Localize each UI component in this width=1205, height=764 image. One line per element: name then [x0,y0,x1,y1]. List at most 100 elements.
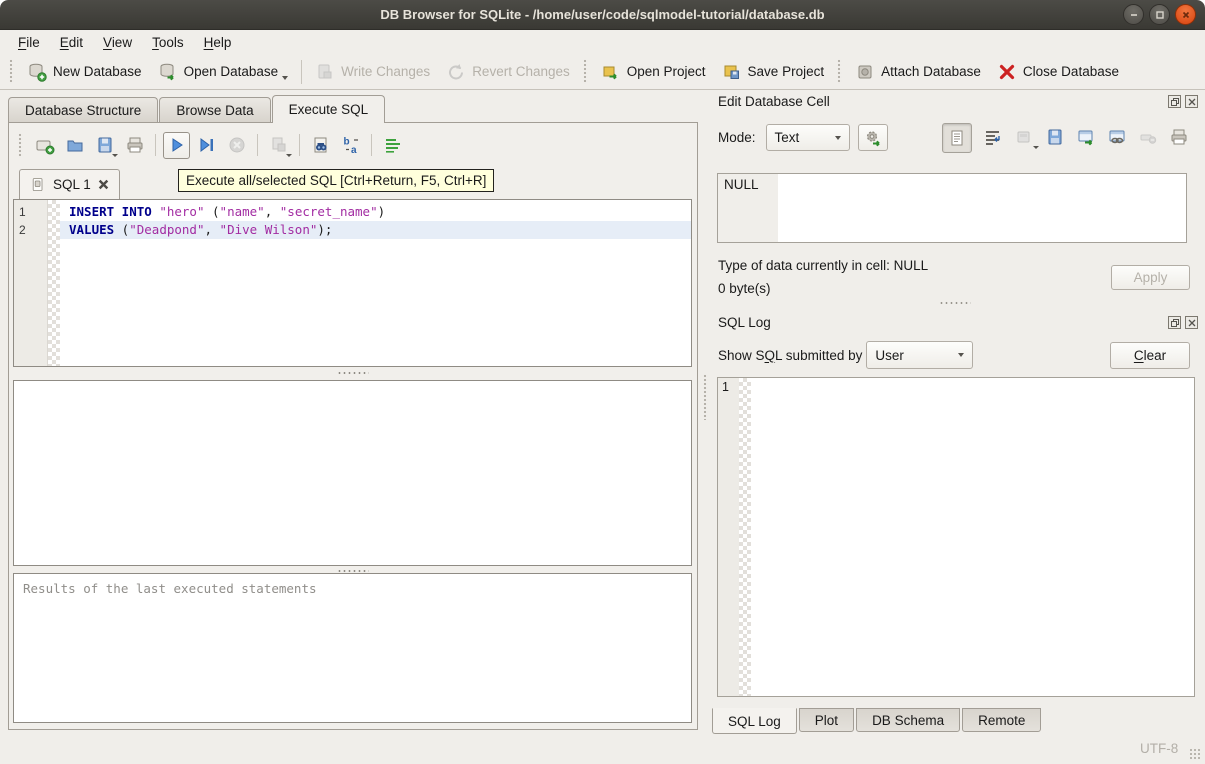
dock-tab-sql-log[interactable]: SQL Log [712,708,797,734]
revert-changes-button: Revert Changes [438,58,578,86]
execute-all-icon [167,135,187,155]
fold-margin [739,378,751,696]
float-dock-button[interactable] [1168,95,1181,108]
main-toolbar: New DatabaseOpen DatabaseWrite ChangesRe… [0,54,1205,90]
svg-text:a: a [351,145,357,155]
replace-in-sql-button[interactable]: ba [337,132,364,159]
tab-browse-data[interactable]: Browse Data [159,97,270,122]
set-null-icon [1138,127,1158,147]
toolbar-drag-handle[interactable] [9,59,14,84]
close-icon [1188,319,1196,327]
new-sql-tab-button[interactable] [31,132,58,159]
line-number-gutter: 12 [14,200,48,366]
save-as-button[interactable] [1045,127,1065,150]
toolbar-drag-handle[interactable] [837,59,842,84]
toolbar-separator [301,60,302,84]
sql-token-str: "hero" [159,204,204,219]
sql-token-pl: ); [317,222,332,237]
execute-all-button[interactable] [163,132,190,159]
sql-editor[interactable]: 12 INSERT INTO "hero" ("name", "secret_n… [13,199,692,367]
find-in-sql-button[interactable] [307,132,334,159]
splitter-handle[interactable] [13,369,692,376]
mode-label: Mode: [718,130,756,145]
menu-tools[interactable]: Tools [142,33,194,52]
results-message-panel: Results of the last executed statements [13,573,692,723]
filter-select[interactable]: User [866,341,973,369]
main-tab-bar: Database StructureBrowse DataExecute SQL [8,95,386,122]
text-mode-button[interactable] [942,123,972,153]
open-database-button[interactable]: Open Database [150,58,297,86]
sql-token-pl: , [265,204,280,219]
tab-execute-sql[interactable]: Execute SQL [272,95,386,123]
chevron-down-icon[interactable] [282,76,288,80]
dock-tab-remote[interactable]: Remote [962,708,1041,732]
chevron-down-icon[interactable] [112,154,118,157]
toolbar-drag-handle[interactable] [583,59,588,84]
sql-log-filter-row: Show SQL submitted by User Clear [718,341,1190,369]
attach-database-button[interactable]: Attach Database [847,58,989,86]
window-controls [1123,4,1196,25]
cell-size-info: 0 byte(s) [718,281,771,296]
print-cell-button[interactable] [1169,127,1189,150]
float-dock-button[interactable] [1168,316,1181,329]
sql-log-box[interactable]: 1 [717,377,1195,697]
chevron-down-icon[interactable] [286,154,292,157]
apply-button[interactable]: Apply [1111,265,1190,290]
titlebar[interactable]: DB Browser for SQLite - /home/user/code/… [0,0,1205,30]
mode-settings-button[interactable] [858,124,888,151]
maximize-button[interactable] [1149,4,1170,25]
menu-help[interactable]: Help [194,33,242,52]
menu-view[interactable]: View [93,33,142,52]
open-project-icon [601,62,621,82]
chevron-down-icon[interactable] [1033,146,1039,149]
open-database-label: Open Database [184,64,279,79]
close-database-icon [997,62,1017,82]
print-sql-button[interactable] [121,132,148,159]
close-database-button[interactable]: Close Database [989,58,1127,86]
dock-splitter-handle[interactable] [712,300,1198,306]
code-line[interactable]: INSERT INTO "hero" ("name", "secret_name… [60,203,691,221]
tab-database-structure[interactable]: Database Structure [8,97,158,122]
menu-edit[interactable]: Edit [50,33,93,52]
resize-grip[interactable] [1189,748,1202,761]
log-line-number: 1 [718,378,739,696]
format-sql-button[interactable] [379,132,406,159]
save-sql-file-icon [95,135,115,155]
open-in-editor-icon [1014,127,1034,147]
window-title: DB Browser for SQLite - /home/user/code/… [380,7,824,22]
close-dock-button[interactable] [1185,316,1198,329]
set-null-button [1138,127,1158,150]
sql-code-area[interactable]: INSERT INTO "hero" ("name", "secret_name… [60,200,691,366]
close-tab-icon[interactable] [98,179,109,190]
sql-token-pl: ( [204,204,219,219]
open-external-button[interactable] [1076,127,1096,150]
minimize-button[interactable] [1123,4,1144,25]
dock-drag-handle[interactable] [703,374,708,420]
sql-token-str: "Deadpond" [129,222,204,237]
new-database-button[interactable]: New Database [19,58,150,86]
open-project-button[interactable]: Open Project [593,58,714,86]
sql-editor-tab[interactable]: SQL 1 [19,169,120,199]
clear-button[interactable]: Clear [1110,342,1190,369]
save-sql-file-button[interactable] [91,132,118,159]
close-dock-button[interactable] [1185,95,1198,108]
line-number: 1 [19,203,47,221]
save-project-button[interactable]: Save Project [714,58,833,86]
execute-current-line-button[interactable] [193,132,220,159]
sql-log-dock-title: SQL Log [718,315,771,330]
word-wrap-button[interactable] [983,127,1003,150]
cell-edit-box[interactable]: NULL [717,173,1187,243]
dock-tab-plot[interactable]: Plot [799,708,854,732]
close-button[interactable] [1175,4,1196,25]
open-sql-file-button[interactable] [61,132,88,159]
code-line[interactable]: VALUES ("Deadpond", "Dive Wilson"); [60,221,691,239]
execute-sql-page: ba SQL 1 12 INSERT INTO "hero" ("name", … [8,122,698,730]
minimize-icon [1129,10,1139,20]
sql-token-pl: ) [378,204,386,219]
sql-log-dock-buttons [1168,316,1198,329]
mode-select[interactable]: Text [766,124,850,151]
toolbar-drag-handle[interactable] [18,133,23,158]
copy-link-button[interactable] [1107,127,1127,150]
menu-file[interactable]: File [8,33,50,52]
dock-tab-db-schema[interactable]: DB Schema [856,708,960,732]
